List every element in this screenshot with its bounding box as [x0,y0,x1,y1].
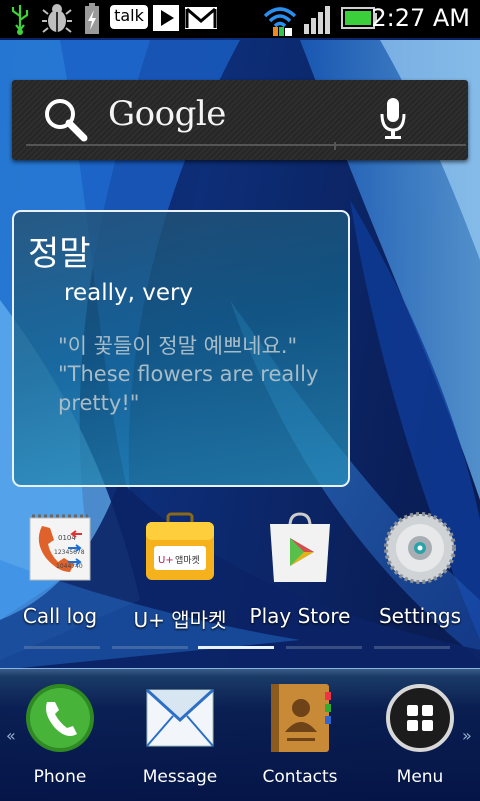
svg-text:12345678: 12345678 [54,549,85,556]
app-uplus-market-label: U+ 앱마켓 [133,608,227,632]
talk-icon: talk [110,5,148,29]
microphone-icon[interactable] [376,96,410,142]
signal-icon [304,6,330,34]
call-log-icon: 0104 12345678 1044740 [29,514,91,581]
dock-message-label: Message [142,767,218,787]
dictionary-example-korean: "이 꽃들이 정말 예쁘네요." [58,334,298,358]
svg-text:U+: U+ [158,555,174,566]
app-play-store-label: Play Store [249,604,351,628]
page-indicator-2 [112,646,188,649]
phone-icon [26,684,94,752]
dock-message[interactable]: Message [120,682,240,794]
dock-phone-label: Phone [33,767,87,787]
dock-contacts-label: Contacts [262,767,338,787]
app-drawer-icon [386,684,454,752]
status-bar: talk 2:27 AM [0,0,480,38]
usb-icon [11,5,29,35]
gmail-icon [185,7,217,29]
app-play-store[interactable]: Play Store [240,512,360,642]
contacts-icon [271,684,331,752]
app-uplus-market[interactable]: U+ 앱마켓 U+ 앱마켓 [120,512,240,642]
page-indicator-4 [286,646,362,649]
google-label[interactable]: Google [108,94,226,134]
bug-icon [42,4,72,33]
page-indicator-5 [374,646,450,649]
dock-phone[interactable]: Phone [0,682,120,794]
wifi-icon [263,7,297,36]
google-search-widget[interactable]: Google [12,80,468,160]
uplus-icon-text: 앱마켓 [175,554,200,566]
page-indicator-3 [198,646,274,649]
dock-contacts[interactable]: Contacts [240,682,360,794]
dictionary-meaning: really, very [64,280,194,306]
dictionary-example-english: "These flowers are really pretty!" [58,362,319,415]
dictionary-widget[interactable]: 정말 really, very "이 꽃들이 정말 예쁘네요." "These … [12,210,350,487]
message-icon [145,688,215,747]
app-settings-label: Settings [378,604,462,628]
clock: 2:27 AM [371,4,470,32]
talk-label: talk [114,6,144,25]
play-store-notification-icon [153,5,179,31]
settings-icon [384,512,456,584]
app-call-log[interactable]: 0104 12345678 1044740 Call log [0,512,120,642]
uplus-app-market-icon: U+ 앱마켓 [146,512,214,580]
battery-charging-icon [85,3,99,34]
app-call-log-label: Call log [22,604,98,628]
dock-menu-label: Menu [396,767,444,787]
play-store-icon [270,512,330,582]
search-underline [26,144,466,146]
search-icon[interactable] [40,94,92,146]
search-divider [334,142,336,150]
page-indicator-1 [24,646,100,649]
dock-menu[interactable]: Menu [360,682,480,794]
app-settings[interactable]: Settings [360,512,480,642]
dictionary-word: 정말 [28,234,91,274]
